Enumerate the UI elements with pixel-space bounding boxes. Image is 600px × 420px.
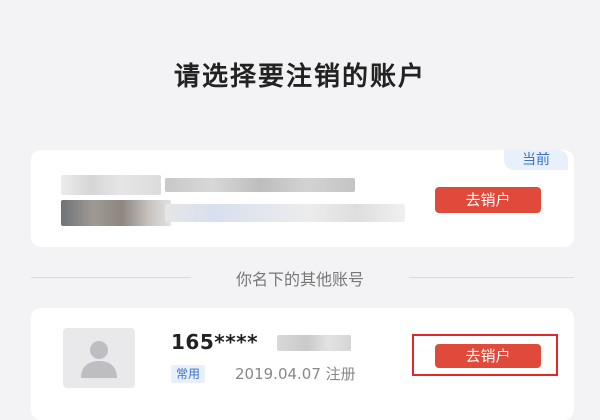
other-accounts-label-text: 你名下的其他账号: [225, 270, 374, 289]
registration-date: 2019.04.07 注册: [235, 365, 356, 383]
blurred-account-name: [61, 175, 161, 195]
account-phone: 165****: [171, 330, 259, 354]
blurred-phone-suffix: [277, 335, 351, 351]
page-title: 请选择要注销的账户: [173, 62, 426, 92]
current-badge: 当前: [504, 150, 568, 170]
other-account-card: 165**** 常用 2019.04.07 注册 去销户: [31, 308, 574, 420]
deregister-current-button[interactable]: 去销户: [435, 187, 541, 213]
user-avatar-icon: [81, 341, 117, 378]
blurred-account-info: [165, 178, 355, 192]
current-account-card: 当前 去销户: [31, 150, 574, 247]
avatar: [63, 328, 135, 388]
blurred-account-detail: [165, 204, 405, 222]
other-accounts-label: 你名下的其他账号: [0, 266, 600, 290]
common-tag: 常用: [171, 365, 206, 383]
blurred-account-image: [61, 200, 171, 226]
deregister-other-button[interactable]: 去销户: [435, 344, 541, 368]
